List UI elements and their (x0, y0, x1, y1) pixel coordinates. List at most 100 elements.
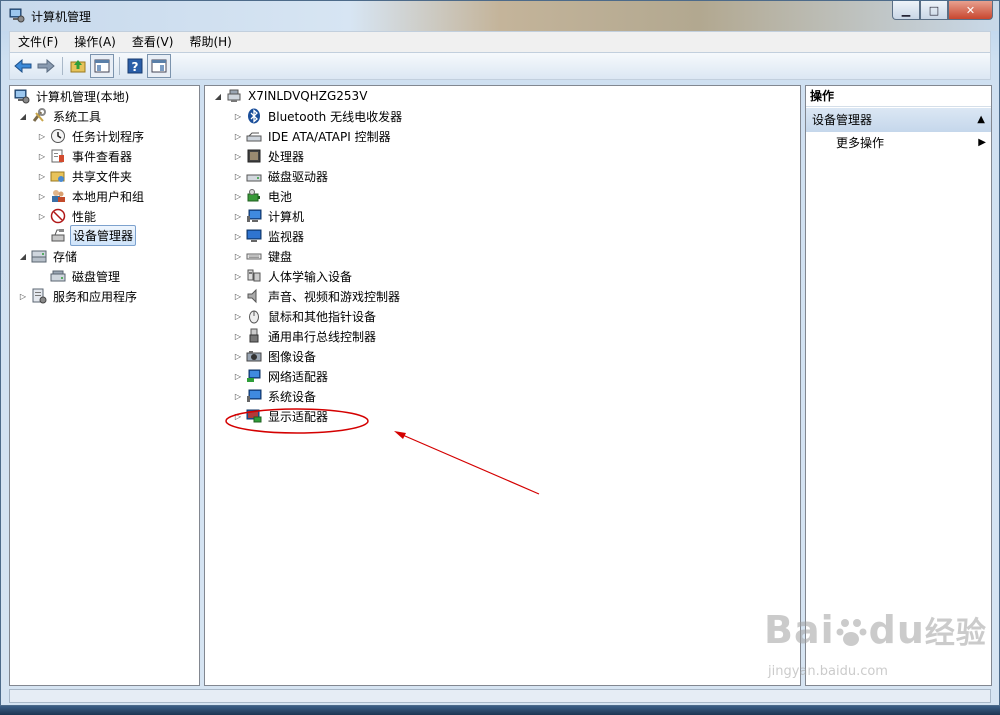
expand-triangle-icon[interactable]: ▷ (233, 351, 243, 361)
window-title: 计算机管理 (31, 10, 92, 24)
action-pane-icon (151, 59, 167, 73)
device-category-mice[interactable]: ▷ 鼠标和其他指针设备 (233, 307, 378, 325)
device-category-hid[interactable]: ▷ 人体学输入设备 (233, 267, 354, 285)
tree-item-performance[interactable]: ▷ 性能 (37, 207, 98, 225)
tree-item-system-tools[interactable]: ◢ 系统工具 (18, 107, 103, 125)
menu-view[interactable]: 查看(V) (124, 32, 182, 52)
collapse-up-icon[interactable]: ▲ (977, 108, 985, 132)
camera-icon (246, 351, 262, 362)
close-button[interactable]: ✕ (948, 1, 993, 20)
expand-triangle-icon[interactable]: ▷ (233, 311, 243, 321)
toolbar-separator (119, 57, 120, 75)
device-category-bluetooth[interactable]: ▷ Bluetooth 无线电收发器 (233, 107, 404, 125)
show-hide-tree-button[interactable] (90, 54, 114, 78)
expand-triangle-icon[interactable]: ▷ (233, 371, 243, 381)
back-arrow-icon (14, 59, 32, 73)
device-category-label: 人体学输入设备 (268, 269, 353, 284)
expand-triangle-icon[interactable]: ▷ (233, 251, 243, 261)
device-category-monitors[interactable]: ▷ 监视器 (233, 227, 306, 245)
up-level-button[interactable] (67, 55, 89, 77)
expand-triangle-icon[interactable]: ▷ (233, 211, 243, 221)
expand-triangle-icon[interactable]: ▷ (37, 131, 47, 141)
watermark-brand: Bai (764, 608, 835, 652)
expand-triangle-icon[interactable]: ▷ (37, 211, 47, 221)
collapse-triangle-icon[interactable]: ◢ (18, 251, 28, 261)
device-category-label: 电池 (268, 189, 293, 204)
device-category-ide[interactable]: ▷ IDE ATA/ATAPI 控制器 (233, 127, 393, 145)
device-category-label: 监视器 (268, 229, 305, 244)
more-actions-item[interactable]: 更多操作 ▶ (836, 134, 986, 152)
watermark-brand-2: du (868, 608, 925, 652)
device-category-sound[interactable]: ▷ 声音、视频和游戏控制器 (233, 287, 402, 305)
device-category-processor[interactable]: ▷ 处理器 (233, 147, 306, 165)
expand-triangle-icon[interactable]: ▷ (233, 291, 243, 301)
display-adapter-icon (246, 409, 262, 423)
expand-triangle-icon[interactable]: ▷ (233, 331, 243, 341)
device-category-keyboards[interactable]: ▷ 键盘 (233, 247, 294, 265)
device-category-disk-drives[interactable]: ▷ 磁盘驱动器 (233, 167, 330, 185)
tree-item-services-apps[interactable]: ▷ 服务和应用程序 (18, 287, 139, 305)
tree-item-storage[interactable]: ◢ 存储 (18, 247, 79, 265)
computer-icon (247, 209, 262, 222)
expand-triangle-icon[interactable]: ▷ (233, 271, 243, 281)
device-tree-root-label: X7INLDVQHZG253V (248, 89, 368, 103)
tree-item-task-scheduler[interactable]: ▷ 任务计划程序 (37, 127, 146, 145)
collapse-triangle-icon[interactable]: ◢ (213, 91, 223, 101)
expand-triangle-icon[interactable]: ▷ (233, 131, 243, 141)
expand-triangle-icon[interactable]: ▷ (233, 151, 243, 161)
computer-management-window: 计算机管理 ▁ □ ✕ 文件(F) 操作(A) 查看(V) 帮助(H) ? 计算… (0, 0, 1000, 706)
device-category-imaging[interactable]: ▷ 图像设备 (233, 347, 318, 365)
tree-item-disk-management[interactable]: 磁盘管理 (50, 267, 122, 285)
device-category-network[interactable]: ▷ 网络适配器 (233, 367, 330, 385)
maximize-button[interactable]: □ (920, 1, 948, 20)
back-button[interactable] (12, 55, 34, 77)
svg-text:?: ? (132, 60, 139, 74)
expand-triangle-icon[interactable]: ▷ (233, 171, 243, 181)
expand-triangle-icon[interactable]: ▷ (18, 291, 28, 301)
expand-triangle-icon[interactable]: ▷ (37, 191, 47, 201)
tree-item-event-viewer[interactable]: ▷ 事件查看器 (37, 147, 134, 165)
device-category-display[interactable]: ▷ 显示适配器 (233, 407, 330, 425)
keyboard-icon (246, 253, 262, 260)
device-category-computer[interactable]: ▷ 计算机 (233, 207, 306, 225)
forward-button[interactable] (35, 55, 57, 77)
actions-section-label: 设备管理器 (812, 113, 873, 127)
menu-help[interactable]: 帮助(H) (181, 32, 239, 52)
tree-item-device-manager[interactable]: 设备管理器 (50, 224, 137, 246)
collapse-triangle-icon[interactable]: ◢ (18, 111, 28, 121)
expand-triangle-icon[interactable]: ▷ (233, 111, 243, 121)
tree-item-label: 存储 (53, 249, 78, 264)
disk-drive-icon (246, 174, 262, 182)
device-category-battery[interactable]: ▷ 电池 (233, 187, 294, 205)
minimize-button[interactable]: ▁ (892, 1, 920, 20)
expand-triangle-icon[interactable]: ▷ (233, 191, 243, 201)
shared-folder-icon (50, 171, 65, 182)
watermark-url: jingyan.baidu.com (768, 664, 888, 679)
tree-item-computer-management[interactable]: 计算机管理(本地) (14, 87, 131, 105)
toolbar: ? (9, 53, 991, 80)
performance-icon (50, 208, 66, 224)
show-hide-action-pane-button[interactable] (147, 54, 171, 78)
menu-action[interactable]: 操作(A) (66, 32, 124, 52)
device-category-usb[interactable]: ▷ 通用串行总线控制器 (233, 327, 378, 345)
device-category-label: 通用串行总线控制器 (268, 329, 377, 344)
help-button[interactable]: ? (124, 55, 146, 77)
title-bar[interactable]: 计算机管理 ▁ □ ✕ (1, 1, 999, 31)
device-category-system[interactable]: ▷ 系统设备 (233, 387, 318, 405)
expand-triangle-icon[interactable]: ▷ (37, 151, 47, 161)
actions-section-device-manager[interactable]: 设备管理器 ▲ (806, 108, 991, 132)
tree-item-shared-folders[interactable]: ▷ 共享文件夹 (37, 167, 134, 185)
device-tree-root[interactable]: ◢ X7INLDVQHZG253V (213, 87, 369, 105)
expand-triangle-icon[interactable]: ▷ (37, 171, 47, 181)
expand-triangle-icon[interactable]: ▷ (233, 231, 243, 241)
submenu-arrow-icon: ▶ (978, 137, 986, 148)
tree-item-local-users[interactable]: ▷ 本地用户和组 (37, 187, 146, 205)
menu-file[interactable]: 文件(F) (10, 32, 66, 52)
paw-icon (836, 619, 867, 646)
expand-triangle-icon[interactable]: ▷ (233, 391, 243, 401)
mouse-icon (249, 310, 259, 324)
computer-management-icon (9, 8, 25, 23)
toolbar-separator (62, 57, 63, 75)
battery-icon (247, 189, 260, 202)
expand-triangle-icon[interactable]: ▷ (233, 411, 243, 421)
